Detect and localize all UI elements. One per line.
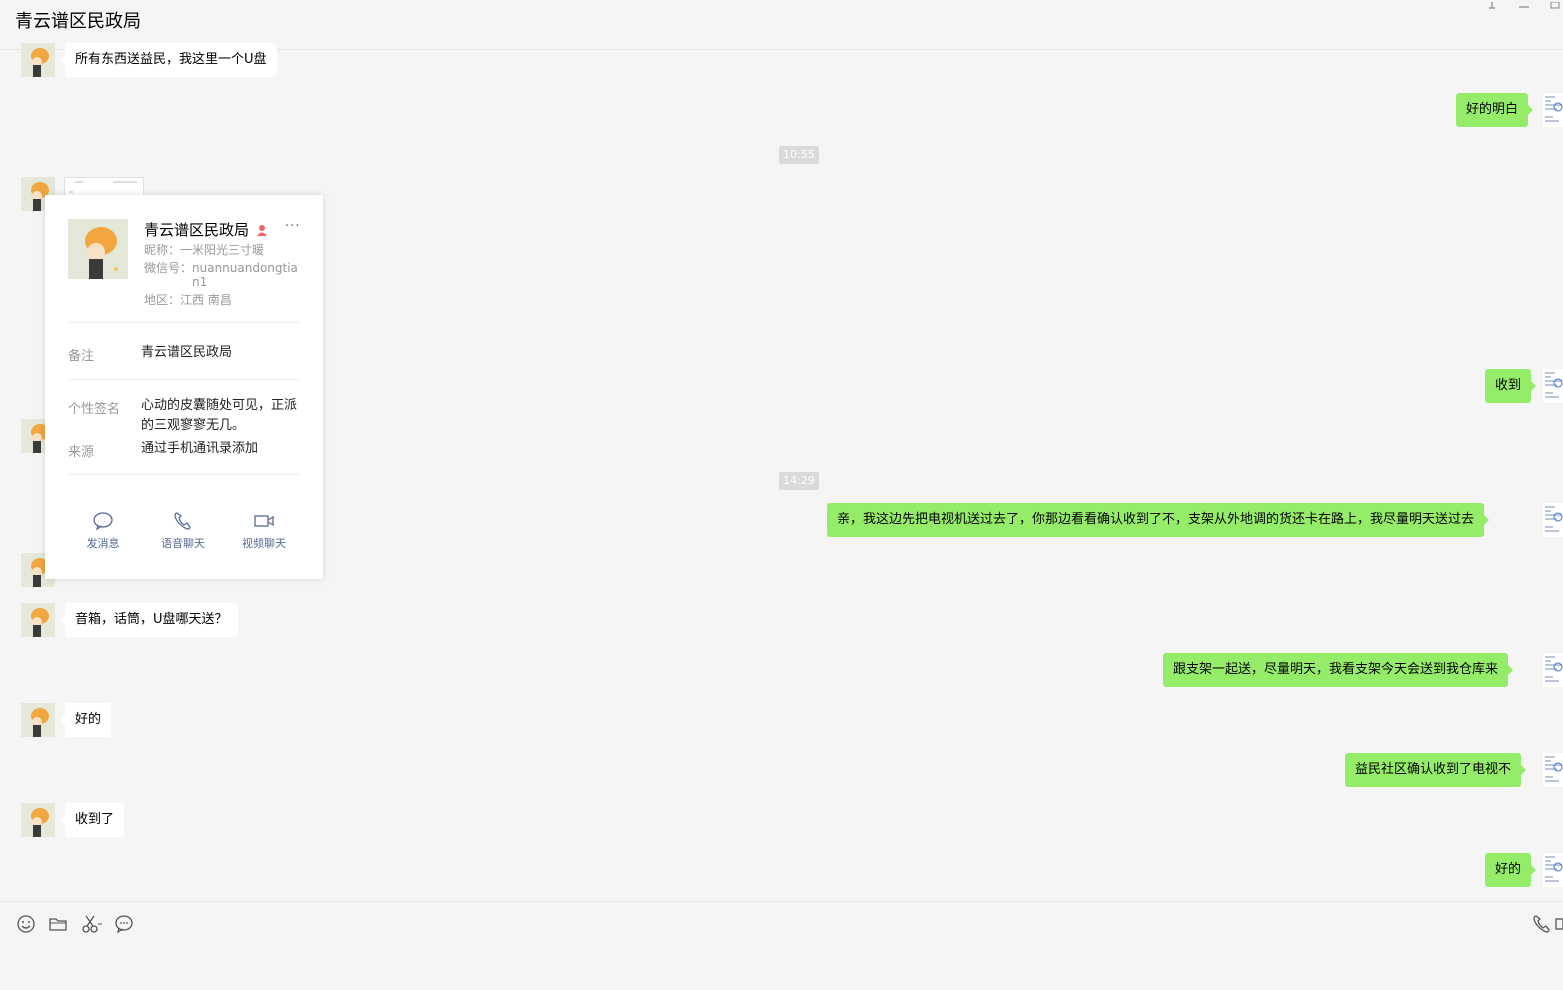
message-bubble-received[interactable]: 音箱，话筒，U盘哪天送？ [60,603,238,637]
my-avatar[interactable] [1543,93,1563,127]
profile-avatar[interactable] [68,219,128,279]
gender-female-icon [256,221,268,240]
message-bubble-received[interactable]: 收到了 [59,803,125,837]
contact-avatar[interactable] [21,43,55,77]
profile-nickname: 昵称：一米阳光三寸暖 [144,243,265,257]
my-avatar[interactable] [1543,853,1563,887]
input-toolbar [0,901,1563,990]
my-avatar[interactable] [1543,653,1563,687]
send-message-button[interactable]: 发消息 [73,511,133,551]
maximize-icon[interactable] [1550,0,1560,13]
profile-region: 地区：江西 南昌 [144,293,232,307]
screenshot-scissors-icon[interactable] [81,914,103,938]
profile-wechat-id: 微信号：nuannuandongtia [144,261,298,275]
message-bubble-sent[interactable]: 好的 [1485,853,1537,887]
signature-value: 心动的皮囊随处可见，正派的三观寥寥无几。 [141,398,298,433]
chat-title: 青云谱区民政局 [15,11,141,32]
emoji-icon[interactable] [16,914,36,938]
my-avatar[interactable] [1543,369,1563,403]
phone-icon [174,512,191,530]
remark-label: 备注 [68,349,95,364]
video-call-icon[interactable] [1555,914,1563,938]
voice-call-label: 语音聊天 [161,537,205,550]
video-call-button[interactable]: 视频聊天 [234,511,294,551]
contact-profile-card: 青云谱区民政局 ··· 昵称：一米阳光三寸暖 微信号：nuannuandongt… [45,195,323,579]
pin-icon[interactable] [1486,0,1498,13]
signature-label: 个性签名 [68,402,121,417]
timestamp: 10:55 [779,146,819,164]
source-label: 来源 [68,445,95,460]
profile-wechat-id-wrap: n1 [192,275,208,289]
contact-avatar[interactable] [21,603,55,637]
contact-avatar[interactable] [21,803,55,837]
more-options-icon[interactable]: ··· [285,219,300,234]
minimize-icon[interactable] [1518,0,1530,13]
remark-value[interactable]: 青云谱区民政局 [141,343,301,363]
divider [68,379,300,380]
folder-icon[interactable] [48,914,68,938]
voice-call-button[interactable]: 语音聊天 [153,511,213,551]
message-bubble-sent[interactable]: 亲，我这边先把电视机送过去了，你那边看看确认收到了不，支架从外地调的货还卡在路上… [827,503,1490,537]
send-message-label: 发消息 [86,537,120,550]
video-camera-icon [254,515,274,527]
divider [68,474,300,475]
message-bubble-sent[interactable]: 收到 [1485,369,1537,403]
chat-history-icon[interactable] [114,914,134,938]
my-avatar[interactable] [1543,753,1563,787]
video-call-label: 视频聊天 [242,537,286,550]
contact-avatar[interactable] [21,703,55,737]
message-bubble-sent[interactable]: 好的明白 [1456,93,1534,127]
message-bubble-received[interactable]: 所有东西送益民，我这里一个U盘 [60,43,277,77]
chat-bubble-icon [93,512,113,531]
message-bubble-sent[interactable]: 跟支架一起送，尽量明天，我看支架今天会送到我仓库来 [1163,653,1514,687]
divider [68,322,300,323]
message-bubble-received[interactable]: 好的 [59,703,112,737]
voice-call-icon[interactable] [1532,914,1552,938]
source-value: 通过手机通讯录添加 [141,441,259,456]
timestamp: 14:29 [779,472,819,490]
message-bubble-sent[interactable]: 益民社区确认收到了电视不 [1345,753,1527,787]
profile-name: 青云谱区民政局 [144,221,250,239]
my-avatar[interactable] [1543,503,1563,537]
